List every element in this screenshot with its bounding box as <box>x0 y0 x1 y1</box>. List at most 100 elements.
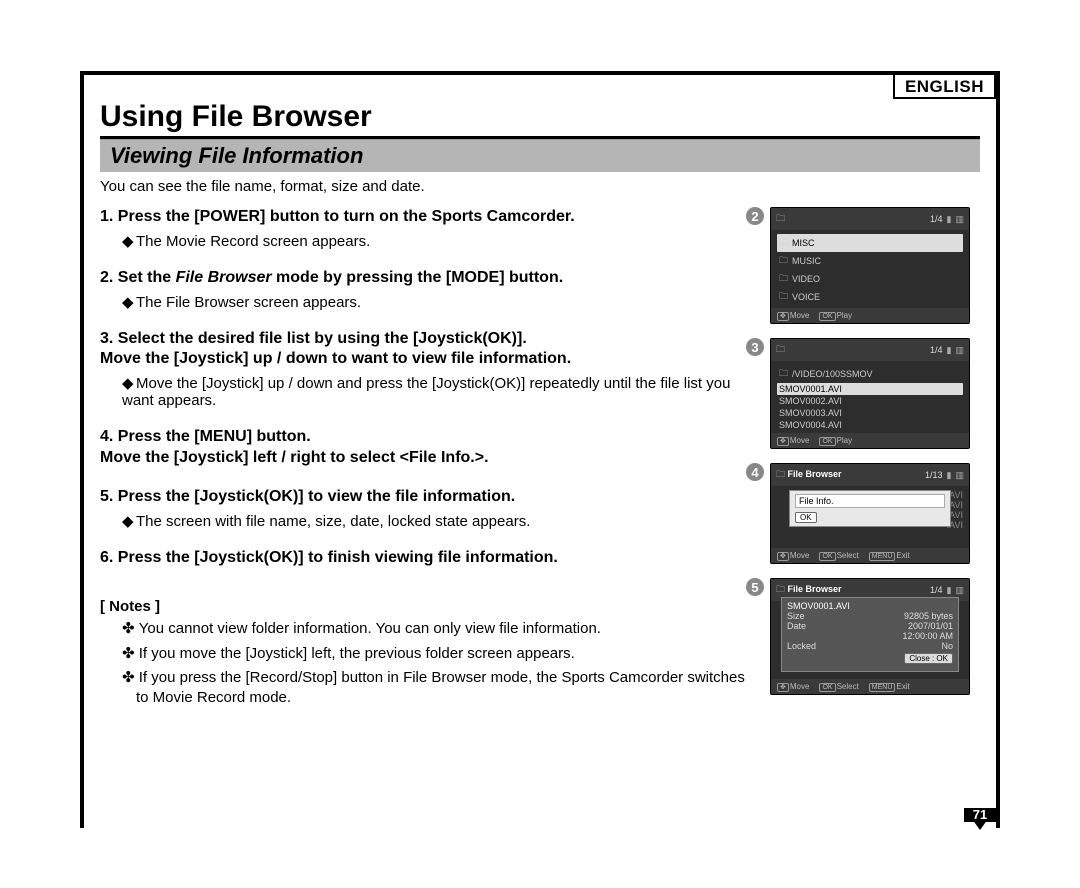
menu-item-fileinfo: File Info. <box>795 494 945 508</box>
diamond-icon: ◆ <box>122 293 136 311</box>
page-number: 71 <box>964 807 996 822</box>
screenshot-4-badge: 4 <box>746 463 764 481</box>
card-icon <box>947 214 952 225</box>
step-4-line2: Move the [Joystick] left / right to sele… <box>100 448 750 469</box>
page-title: Using File Browser <box>100 100 980 134</box>
flower-icon: ✤ <box>122 645 135 662</box>
info-size-value: 92805 bytes <box>904 611 953 621</box>
ok-key-icon: OK <box>819 683 835 692</box>
joystick-icon: ✥ <box>777 437 789 446</box>
step-4: 4. Press the [MENU] button. Move the [Jo… <box>100 427 750 469</box>
info-filename: SMOV0001.AVI <box>787 601 953 611</box>
battery-icon <box>955 345 964 356</box>
menu-key-icon: MENU <box>869 683 896 692</box>
step-3-line2: Move the [Joystick] up / down to want to… <box>100 349 750 370</box>
diamond-icon: ◆ <box>122 374 136 392</box>
joystick-icon: ✥ <box>777 683 789 692</box>
frame-top <box>80 71 1000 75</box>
page-number-shield: 71 <box>964 808 996 840</box>
intro-text: You can see the file name, format, size … <box>100 178 980 195</box>
page-indicator: 1/4 <box>930 585 943 595</box>
screenshot-2-badge: 2 <box>746 207 764 225</box>
ok-key-icon: OK <box>819 312 835 321</box>
list-item: SMOV0003.AVI <box>777 407 963 419</box>
list-item: MUSIC <box>777 252 963 270</box>
folder-icon <box>776 342 785 358</box>
step-3-sub: ◆Move the [Joystick] up / down and press… <box>122 374 750 409</box>
info-locked-label: Locked <box>787 641 816 651</box>
screenshot-5-badge: 5 <box>746 578 764 596</box>
step-6: 6. Press the [Joystick(OK)] to finish vi… <box>100 548 750 569</box>
content-area: Using File Browser Viewing File Informat… <box>100 100 980 818</box>
step-5: 5. Press the [Joystick(OK)] to view the … <box>100 487 750 530</box>
list-item: VOICE <box>777 288 963 306</box>
steps-column: 1. Press the [POWER] button to turn on t… <box>100 207 750 712</box>
step-4-line1: 4. Press the [MENU] button. <box>100 427 750 448</box>
list-item: VIDEO <box>777 270 963 288</box>
screenshot-3: 3 1/4 /VIDEO/100SSMOV SMOV0001.AVI SMOV0… <box>770 338 980 449</box>
frame-left <box>80 71 84 828</box>
step-1-head: 1. Press the [POWER] button to turn on t… <box>100 207 750 228</box>
step-1-sub: ◆The Movie Record screen appears. <box>122 232 750 250</box>
folder-icon <box>779 235 788 251</box>
path-row: /VIDEO/100SSMOV <box>777 365 963 383</box>
info-size-label: Size <box>787 611 805 621</box>
diamond-icon: ◆ <box>122 512 136 530</box>
section-title: Viewing File Information <box>100 139 980 172</box>
page-indicator: 1/13 <box>925 470 943 480</box>
frame-right <box>996 71 1000 828</box>
info-time-value: 12:00:00 AM <box>902 631 953 641</box>
list-item: SMOV0001.AVI <box>777 383 963 395</box>
language-badge: ENGLISH <box>893 71 996 99</box>
step-5-sub: ◆The screen with file name, size, date, … <box>122 512 750 530</box>
folder-icon <box>779 271 788 287</box>
screen-title: File Browser <box>788 469 842 479</box>
step-3: 3. Select the desired file list by using… <box>100 329 750 410</box>
list-item: MISC <box>777 234 963 252</box>
page-indicator: 1/4 <box>930 214 943 224</box>
screenshots-column: 2 1/4 MISC MUSIC VIDEO VOICE <box>770 207 980 712</box>
ok-key-icon: OK <box>819 552 835 561</box>
file-info-popup: SMOV0001.AVI Size 92805 bytes Date 2007/01… <box>781 597 959 672</box>
screenshot-2: 2 1/4 MISC MUSIC VIDEO VOICE <box>770 207 980 324</box>
step-2: 2. Set the File Browser mode by pressing… <box>100 268 750 311</box>
folder-icon <box>776 211 785 227</box>
step-6-line1: 6. Press the [Joystick(OK)] to finish vi… <box>100 548 750 569</box>
battery-icon <box>955 214 964 225</box>
ok-button: OK <box>795 512 817 523</box>
card-icon <box>947 585 952 596</box>
notes-heading: [ Notes ] <box>100 598 750 615</box>
folder-icon <box>779 289 788 305</box>
battery-icon <box>955 585 964 596</box>
step-3-line1: 3. Select the desired file list by using… <box>100 329 750 350</box>
folder-icon <box>776 469 785 479</box>
ok-key-icon: OK <box>819 437 835 446</box>
joystick-icon: ✥ <box>777 312 789 321</box>
list-item: SMOV0004.AVI <box>777 419 963 431</box>
card-icon <box>947 470 952 481</box>
menu-key-icon: MENU <box>869 552 896 561</box>
diamond-icon: ◆ <box>122 232 136 250</box>
folder-icon <box>776 584 785 594</box>
step-2-sub: ◆The File Browser screen appears. <box>122 293 750 311</box>
flower-icon: ✤ <box>122 669 135 686</box>
step-1: 1. Press the [POWER] button to turn on t… <box>100 207 750 250</box>
battery-icon <box>955 470 964 481</box>
card-icon <box>947 345 952 356</box>
file-info-menu: File Info. OK <box>789 490 951 527</box>
close-button: Close : OK <box>904 653 953 664</box>
info-date-value: 2007/01/01 <box>908 621 953 631</box>
folder-icon <box>779 366 788 382</box>
screenshot-3-badge: 3 <box>746 338 764 356</box>
manual-page: ENGLISH Using File Browser Viewing File … <box>0 0 1080 888</box>
note-1: ✤ You cannot view folder information. Yo… <box>122 619 750 639</box>
list-item: SMOV0002.AVI <box>777 395 963 407</box>
step-2-head: 2. Set the File Browser mode by pressing… <box>100 268 750 289</box>
screenshot-4: 4 File Browser 1/13 .AVI .AVI .AVI .AVI <box>770 463 980 564</box>
note-2: ✤ If you move the [Joystick] left, the p… <box>122 644 750 664</box>
info-locked-value: No <box>941 641 953 651</box>
step-5-line1: 5. Press the [Joystick(OK)] to view the … <box>100 487 750 508</box>
screenshot-5: 5 File Browser 1/4 SMOV0001.AVI Size9280… <box>770 578 980 695</box>
info-date-label: Date <box>787 621 806 631</box>
folder-icon <box>779 253 788 269</box>
